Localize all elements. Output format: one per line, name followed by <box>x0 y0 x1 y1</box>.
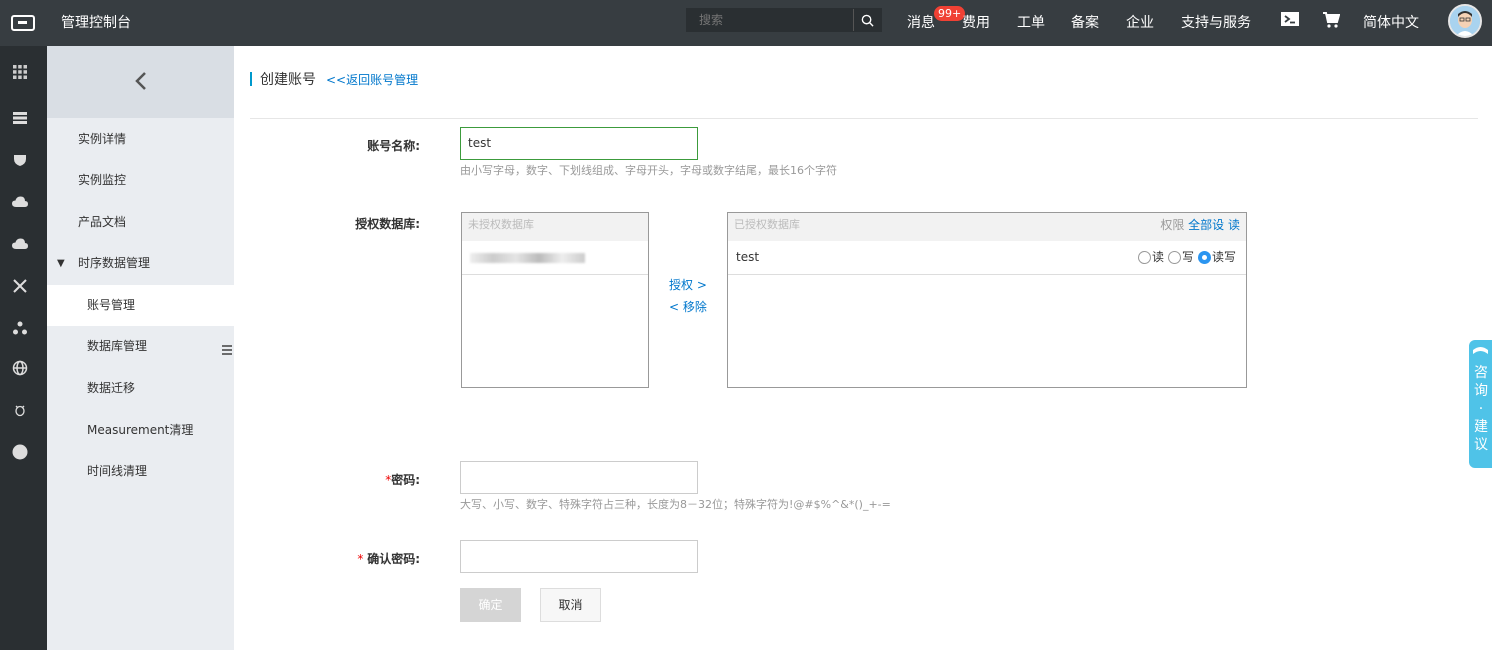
nav-icp[interactable]: 备案 <box>1071 3 1099 43</box>
search-icon[interactable] <box>853 9 881 31</box>
password-input[interactable] <box>460 461 698 494</box>
authorized-db-header: 已授权数据库 权限 全部设 读 <box>728 213 1246 241</box>
secondary-sidebar: 实例详情 实例监控 产品文档 ▼ 时序数据管理 账号管理 数据库管理 数据迁移 … <box>47 46 234 650</box>
redacted-db-name <box>470 252 585 263</box>
authorized-db-header-label: 已授权数据库 <box>734 218 800 231</box>
unauthorized-db-header: 未授权数据库 <box>462 213 648 241</box>
authorized-db-item: test 读 写 读写 <box>728 241 1246 275</box>
circle-icon[interactable] <box>12 444 28 460</box>
nav-enterprise[interactable]: 企业 <box>1126 3 1154 43</box>
messages-badge: 99+ <box>934 6 966 21</box>
authorized-db-list: 已授权数据库 权限 全部设 读 test 读 写 读写 <box>727 212 1247 388</box>
sidebar-item-data-migration[interactable]: 数据迁移 <box>47 368 234 409</box>
sidebar-item-product-docs[interactable]: 产品文档 <box>47 202 234 243</box>
sidebar-header <box>47 46 234 118</box>
cancel-button[interactable]: 取消 <box>540 588 601 622</box>
required-mark: * <box>357 552 368 566</box>
radio-readwrite[interactable] <box>1197 250 1211 264</box>
password-hint: 大写、小写、数字、特殊字符占三种，长度为8－32位；特殊字符为!@#$%^&*(… <box>460 498 891 511</box>
search-input[interactable] <box>687 9 855 31</box>
confirm-password-label: * 确认密码: <box>234 550 420 567</box>
network-icon[interactable] <box>12 278 28 294</box>
account-name-label: 账号名称: <box>367 139 420 153</box>
cart-icon[interactable] <box>1322 11 1341 32</box>
confirm-button[interactable]: 确定 <box>460 588 521 622</box>
caret-down-icon: ▼ <box>57 258 65 269</box>
nav-tickets[interactable]: 工单 <box>1017 3 1045 43</box>
cloud-shield-icon[interactable] <box>12 152 28 168</box>
password-label-text: 密码: <box>391 473 420 487</box>
back-link[interactable]: <<返回账号管理 <box>326 71 418 88</box>
confirm-password-input[interactable] <box>460 540 698 573</box>
consult-suggest-tab[interactable]: 咨询·建议 <box>1469 340 1492 468</box>
permission-label: 权限 <box>1160 218 1185 232</box>
header-divider <box>250 118 1478 119</box>
authorized-db-name: test <box>736 250 760 264</box>
set-all-read-link[interactable]: 全部设 读 <box>1188 218 1240 232</box>
back-chevron-icon[interactable] <box>134 71 147 94</box>
nav-billing[interactable]: 费用 <box>962 3 990 43</box>
terminal-icon[interactable] <box>1281 11 1299 30</box>
permission-setall: 权限 全部设 读 <box>1160 213 1240 237</box>
top-navbar: 管理控制台 消息 99+ 费用 工单 备案 企业 支持与服务 简体中文 <box>0 0 1492 46</box>
page-header: 创建账号 <<返回账号管理 <box>250 71 418 88</box>
page-title: 创建账号 <box>260 72 316 88</box>
grid-menu-icon[interactable] <box>12 64 28 80</box>
cloud-icon[interactable] <box>12 194 28 210</box>
sidebar-group-tsdb[interactable]: ▼ 时序数据管理 <box>47 243 234 284</box>
unauthorized-db-list: 未授权数据库 <box>461 212 649 388</box>
aliyun-logo-icon[interactable] <box>0 0 46 46</box>
sidebar-item-database-mgmt[interactable]: 数据库管理 <box>47 326 234 367</box>
search-box <box>686 8 882 32</box>
account-name-input[interactable]: test <box>460 127 698 160</box>
radio-read-label: 读 <box>1151 250 1164 264</box>
app-title[interactable]: 管理控制台 <box>61 0 131 46</box>
server-icon[interactable] <box>12 110 28 126</box>
permission-radio-group: 读 写 读写 <box>1134 241 1236 273</box>
chat-bubble-icon <box>1473 347 1488 354</box>
radio-write[interactable] <box>1167 250 1181 264</box>
header-accent-bar <box>250 72 252 86</box>
sidebar-item-account-mgmt[interactable]: 账号管理 <box>47 285 234 326</box>
cluster-icon[interactable] <box>12 320 28 336</box>
nav-support[interactable]: 支持与服务 <box>1181 3 1251 43</box>
authorize-button[interactable]: 授权 > <box>669 276 707 293</box>
password-label: *密码: <box>234 471 420 488</box>
sidebar-item-measurement-cleanup[interactable]: Measurement清理 <box>47 410 234 451</box>
radio-write-label: 写 <box>1181 250 1194 264</box>
radio-read[interactable] <box>1137 250 1151 264</box>
sidebar-item-instance-monitor[interactable]: 实例监控 <box>47 160 234 201</box>
sidebar-item-timeline-cleanup[interactable]: 时间线清理 <box>47 451 234 492</box>
globe-icon[interactable] <box>12 360 28 376</box>
radio-readwrite-label: 读写 <box>1211 250 1236 264</box>
main-content: 创建账号 <<返回账号管理 账号名称: test 由小写字母，数字、下划线组成、… <box>234 46 1492 650</box>
confirm-label-text: 确认密码: <box>367 552 420 566</box>
nav-language[interactable]: 简体中文 <box>1363 3 1419 43</box>
bug-icon[interactable] <box>12 402 28 418</box>
sidebar-group-label: 时序数据管理 <box>78 256 151 270</box>
user-avatar[interactable] <box>1448 4 1482 38</box>
database-label: 授权数据库: <box>355 217 420 231</box>
consult-text: 咨询·建议 <box>1474 365 1488 453</box>
unauthorized-db-item[interactable] <box>462 241 648 275</box>
collapse-menu-icon <box>222 344 232 358</box>
account-name-hint: 由小写字母，数字、下划线组成、字母开头，字母或数字结尾，最长16个字符 <box>460 164 837 177</box>
cloud-up-icon[interactable] <box>12 236 28 252</box>
remove-button[interactable]: < 移除 <box>669 298 707 315</box>
nav-messages[interactable]: 消息 <box>907 3 935 43</box>
icon-rail <box>0 46 47 650</box>
sidebar-item-instance-details[interactable]: 实例详情 <box>47 119 234 160</box>
sidebar-collapse-toggle[interactable] <box>220 326 234 376</box>
